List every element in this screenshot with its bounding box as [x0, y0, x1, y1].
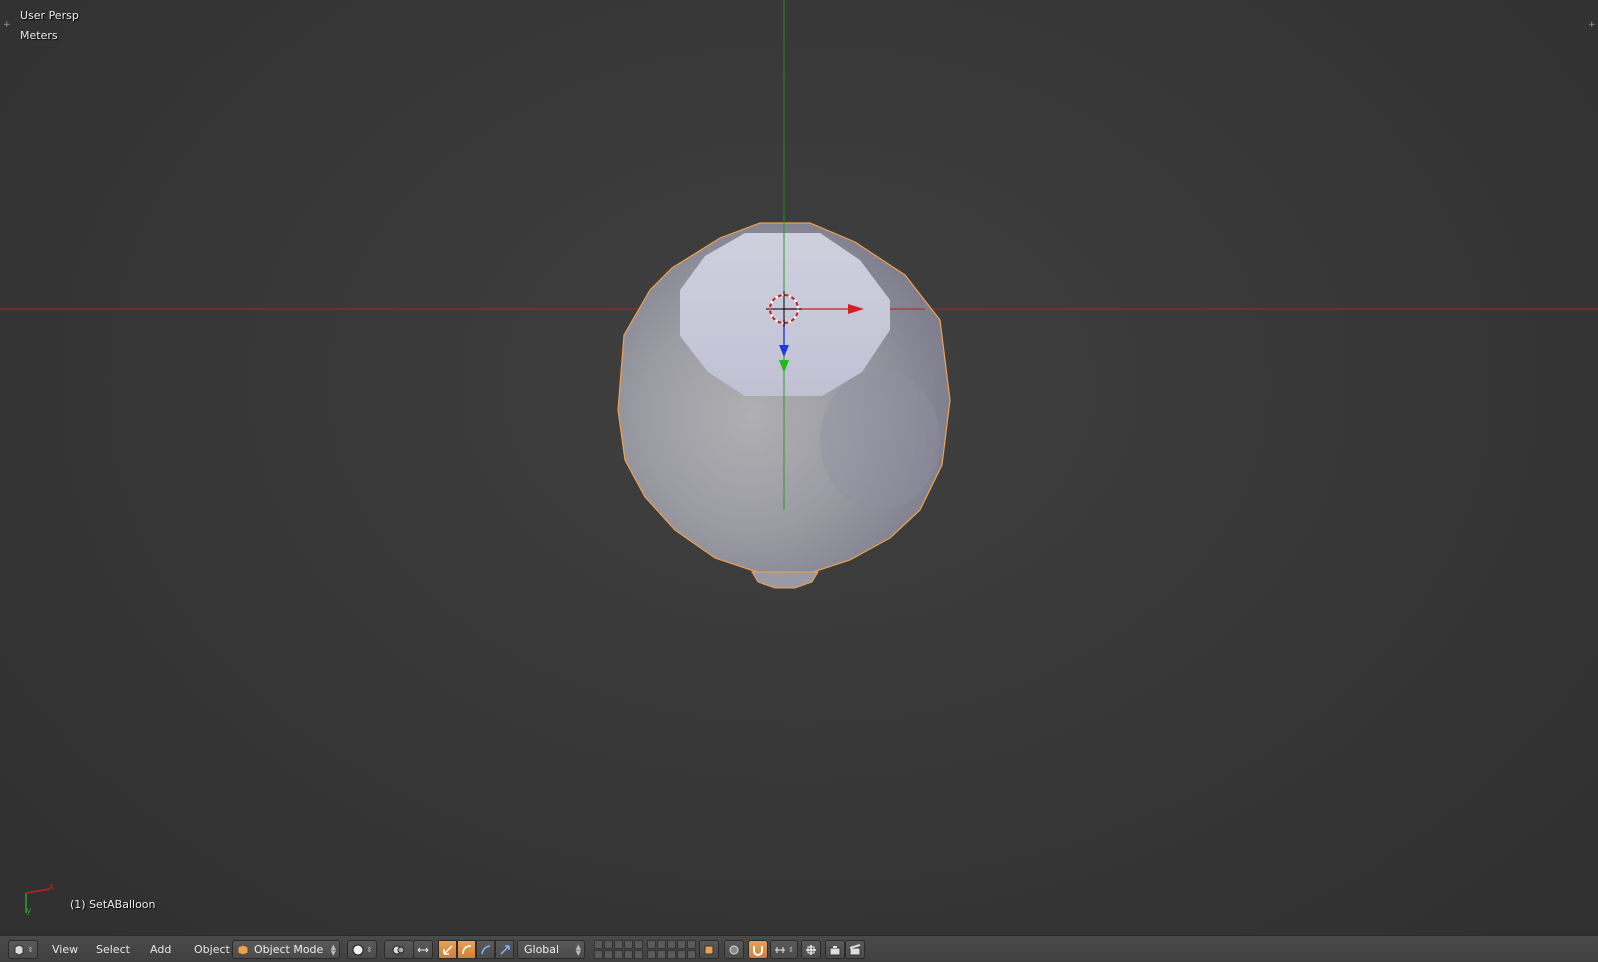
viewport-shading-button[interactable]: ⇕ [347, 940, 377, 959]
scene-canvas: x y [0, 0, 1598, 916]
gizmo-y-label: y [26, 906, 32, 916]
layers-group-2[interactable] [647, 940, 696, 959]
active-object-label: (1) SetABalloon [70, 898, 156, 911]
mode-selector[interactable]: Object Mode ▲ ▼ [232, 940, 340, 959]
lock-layers-icon [704, 945, 714, 954]
3d-view-icon [14, 943, 24, 956]
scale-icon [480, 944, 490, 954]
layers-group-1[interactable] [594, 940, 643, 959]
3d-viewport[interactable]: User Persp Meters + + x y (1) SetABalloo… [0, 0, 1598, 935]
manipulator-icon [417, 947, 429, 952]
gizmo-x-label: x [49, 882, 55, 892]
editor-type-button[interactable]: ⇕ [8, 940, 38, 959]
menu-view[interactable]: View [47, 940, 83, 959]
lock-layers-button[interactable] [699, 940, 719, 959]
snap-target-button[interactable] [801, 940, 821, 959]
transform-button[interactable] [495, 940, 514, 959]
clapperboard-icon [849, 943, 861, 955]
axis-gizmo-icon: x y [25, 882, 55, 916]
snap-toggle-button[interactable] [748, 940, 768, 959]
menu-select[interactable]: Select [91, 940, 135, 959]
render-opengl-button[interactable] [825, 940, 845, 959]
pivot-point-icon [392, 945, 405, 954]
pivot-point-button[interactable] [384, 940, 414, 959]
translate-button[interactable] [438, 940, 457, 959]
manipulator-mode-group [438, 940, 514, 959]
render-animation-button[interactable] [845, 940, 865, 959]
camera-icon [829, 945, 841, 955]
snap-element-selector[interactable]: ⇕ [770, 940, 798, 959]
menu-add[interactable]: Add [145, 940, 176, 959]
rotate-icon [461, 944, 471, 954]
magnet-icon [753, 945, 763, 956]
menu-object[interactable]: Object [189, 940, 235, 959]
3d-view-header: ⇕ View Select Add Object Object Mode ▲ ▼ … [0, 935, 1598, 962]
object-mode-icon [237, 943, 249, 956]
rotate-button[interactable] [457, 940, 476, 959]
orientation-label: Global [524, 943, 560, 956]
transform-icon [499, 944, 510, 955]
mode-label: Object Mode [254, 943, 324, 956]
translate-icon [442, 944, 453, 955]
transform-orientation-selector[interactable]: Global ▲ ▼ [517, 940, 585, 959]
snap-increment-icon [775, 946, 786, 953]
proportional-edit-button[interactable] [724, 940, 744, 959]
snap-target-icon [806, 944, 816, 955]
proportional-edit-icon [729, 945, 739, 954]
solid-sphere-icon [352, 944, 364, 955]
manipulator-toggle-button[interactable] [413, 940, 433, 959]
scale-button[interactable] [476, 940, 495, 959]
